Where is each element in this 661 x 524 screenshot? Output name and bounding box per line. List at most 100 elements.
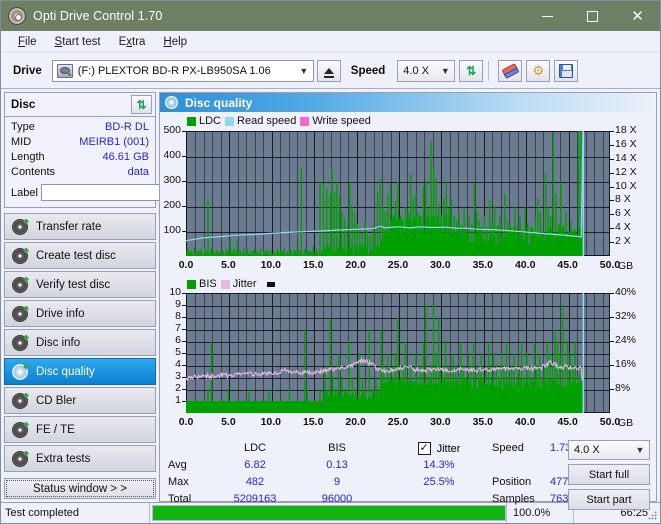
sidebar-spacer — [4, 472, 156, 474]
chart-top-svg — [186, 131, 610, 256]
menu-item-extra[interactable]: Extra — [110, 34, 155, 50]
eraser-icon — [501, 63, 519, 79]
x-tick-label: 15.0 — [299, 416, 327, 428]
y-tick-label: 400 — [160, 149, 181, 161]
menu-item-help[interactable]: Help — [154, 34, 196, 50]
resize-grip[interactable] — [648, 511, 658, 521]
drive-select-value: (F:) PLEXTOR BD-R PX-LB950SA 1.06 — [78, 65, 295, 77]
y-tick-label: 4 — [160, 358, 181, 370]
sidebar-item-create-test-disc[interactable]: Create test disc — [4, 242, 156, 269]
x-tick-label: 25.0 — [384, 416, 412, 428]
chart-legend-top: LDC Read speed Write speed — [187, 115, 371, 127]
x-tick-label: 30.0 — [426, 416, 454, 428]
y-tick — [182, 181, 186, 182]
save-button[interactable] — [554, 60, 578, 82]
x-tick-label: 0.0 — [172, 259, 200, 271]
y-tick-label: 10 — [160, 286, 181, 298]
disc-value: MEIRB1 (001) — [79, 135, 149, 150]
y-tick — [182, 353, 186, 354]
series-read-speed — [186, 132, 583, 241]
sidebar-item-disc-info[interactable]: Disc info — [4, 329, 156, 356]
sidebar-item-label: Transfer rate — [36, 221, 101, 233]
disc-refresh-button[interactable]: ⇅ — [131, 95, 152, 114]
x-tick-label: 35.0 — [469, 416, 497, 428]
y-tick — [182, 329, 186, 330]
charts-area: LDC Read speed Write speed 1002003004005… — [160, 112, 656, 436]
y-tick — [182, 231, 186, 232]
test-speed-value: 4.0 X — [574, 444, 631, 456]
close-button[interactable]: ✕ — [615, 1, 660, 31]
menu-item-file[interactable]: File — [9, 34, 46, 50]
x-tick-label: 40.0 — [511, 416, 539, 428]
legend-swatch-icon — [225, 117, 234, 126]
speed-select[interactable]: 4.0 X ▼ — [397, 60, 455, 82]
jitter-checkbox[interactable]: ✓ — [418, 442, 431, 455]
y-tick-label: 8 — [160, 310, 181, 322]
sidebar-item-label: Verify test disc — [36, 279, 110, 291]
sidebar-item-drive-info[interactable]: Drive info — [4, 300, 156, 327]
x-tick-label: 20.0 — [342, 259, 370, 271]
stats-area: . Avg Max Total LDC 6.82 482 5209163 BIS… — [160, 436, 656, 510]
refresh-button[interactable]: ⇅ — [459, 60, 483, 82]
sidebar-item-verify-test-disc[interactable]: Verify test disc — [4, 271, 156, 298]
sidebar-item-cd-bler[interactable]: CD Bler — [4, 387, 156, 414]
legend-label: BIS — [199, 278, 217, 290]
sidebar-item-disc-quality[interactable]: Disc quality — [4, 358, 156, 385]
start-part-button[interactable]: Start part — [568, 489, 650, 510]
y-tick — [182, 377, 186, 378]
progress-fill — [153, 506, 505, 520]
panel-header: Disc quality — [160, 93, 656, 112]
jitter-header-row: ✓ Jitter — [392, 440, 486, 457]
chevron-down-icon: ▼ — [631, 445, 649, 455]
tools-button[interactable]: ⚙ — [526, 60, 550, 82]
disc-key: Length — [11, 150, 45, 165]
minimize-icon — [542, 16, 553, 17]
stats-col-jitter: ✓ Jitter 14.3% 25.5% . — [392, 440, 486, 508]
y2-tick-label: 14 X — [615, 152, 637, 164]
menu-item-start-test[interactable]: Start test — [46, 34, 110, 50]
chart-top-xlabel: GB — [618, 260, 633, 272]
y2-tick-label: 40% — [615, 286, 636, 298]
minimize-button[interactable] — [525, 1, 570, 31]
series-ldc — [186, 131, 583, 256]
drive-label: Drive — [13, 65, 42, 77]
eject-button[interactable] — [317, 60, 341, 82]
eject-icon — [324, 68, 334, 74]
x-tick-label: 20.0 — [342, 416, 370, 428]
stats-buttons: 4.0 X ▼ Start full Start part — [568, 440, 650, 510]
start-full-button[interactable]: Start full — [568, 464, 650, 485]
series-jitter — [186, 359, 582, 380]
drive-select[interactable]: (F:) PLEXTOR BD-R PX-LB950SA 1.06 ▼ — [52, 60, 314, 82]
legend-label: LDC — [199, 115, 221, 127]
y2-tick-label: 12 X — [615, 166, 637, 178]
erase-button[interactable] — [498, 60, 522, 82]
disc-verify-icon — [12, 277, 28, 293]
y2-tick-label: 16% — [615, 358, 636, 370]
y2-tick-label: 10 X — [615, 180, 637, 192]
x-tick-label: 30.0 — [426, 259, 454, 271]
y2-tick — [610, 365, 614, 366]
chart-ldc-readspeed: LDC Read speed Write speed 1002003004005… — [160, 114, 656, 278]
status-window-button[interactable]: Status window > > — [4, 478, 156, 499]
legend-ldc: LDC — [187, 115, 221, 127]
refresh-icon: ⇅ — [466, 65, 476, 77]
nav-list: Transfer rate Create test disc Verify te… — [4, 213, 156, 472]
sidebar-item-fe-te[interactable]: FE / TE — [4, 416, 156, 443]
maximize-button[interactable] — [570, 1, 615, 31]
test-speed-select[interactable]: 4.0 X ▼ — [568, 440, 650, 460]
sidebar-item-label: Create test disc — [36, 250, 116, 262]
disc-row-contents: Contents data — [11, 165, 149, 180]
y2-tick-label: 16 X — [615, 138, 637, 150]
sidebar-item-transfer-rate[interactable]: Transfer rate — [4, 213, 156, 240]
chart-bottom-svg — [186, 293, 610, 413]
stats-jitter-max: 25.5% — [392, 474, 486, 491]
y2-tick-label: 2 X — [615, 235, 631, 247]
y-tick — [182, 156, 186, 157]
y2-tick — [610, 173, 614, 174]
disc-value: BD-R DL — [105, 120, 149, 135]
chevron-down-icon: ▼ — [295, 66, 313, 76]
sidebar-item-extra-tests[interactable]: Extra tests — [4, 445, 156, 472]
disc-drive-icon — [12, 306, 28, 322]
sidebar-item-label: Drive info — [36, 308, 85, 320]
y2-tick — [610, 242, 614, 243]
